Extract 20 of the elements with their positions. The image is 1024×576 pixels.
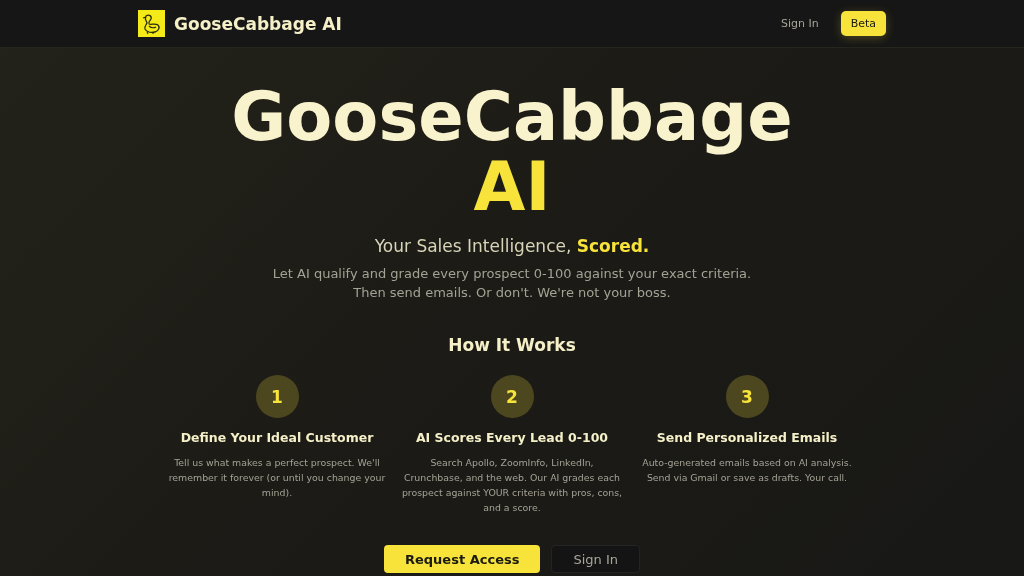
step-title: Define Your Ideal Customer <box>180 430 374 445</box>
hero-title: GooseCabbage AI <box>231 82 793 222</box>
goose-logo-icon <box>138 10 165 37</box>
step-description: Auto-generated emails based on AI analysis. Send via Gmail or save as drafts. Your call. <box>641 456 853 485</box>
beta-button[interactable]: Beta <box>840 11 886 36</box>
step-title: AI Scores Every Lead 0-100 <box>415 430 609 445</box>
request-access-button[interactable]: Request Access <box>384 545 541 573</box>
description-line: Then send emails. Or don't. We're not your boss. <box>352 284 672 302</box>
step-description: Tell us what makes a perfect prospect. We'll remember it forever (or until you change your mind). <box>167 456 387 500</box>
step-title: Send Personalized Emails <box>656 430 838 445</box>
sign-in-button[interactable]: Sign In <box>551 545 640 573</box>
step-number: 2 <box>490 375 534 418</box>
sign-in-link[interactable]: Sign In <box>780 17 819 30</box>
description-line: Let AI qualify and grade every prospect 0-100 against your exact criteria. <box>272 265 752 283</box>
step-number: 3 <box>725 375 769 418</box>
tagline: Your Sales Intelligence, Scored. <box>374 236 650 256</box>
step-number: 1 <box>255 375 299 418</box>
brand-name: GooseCabbage AI <box>174 13 342 34</box>
step-description: Search Apollo, ZoomInfo, LinkedIn, Crunchbase, and the web. Our AI grades each prospect against YOUR criteria with pros, cons, and a score. <box>401 456 623 515</box>
section-heading: How It Works <box>448 335 576 355</box>
